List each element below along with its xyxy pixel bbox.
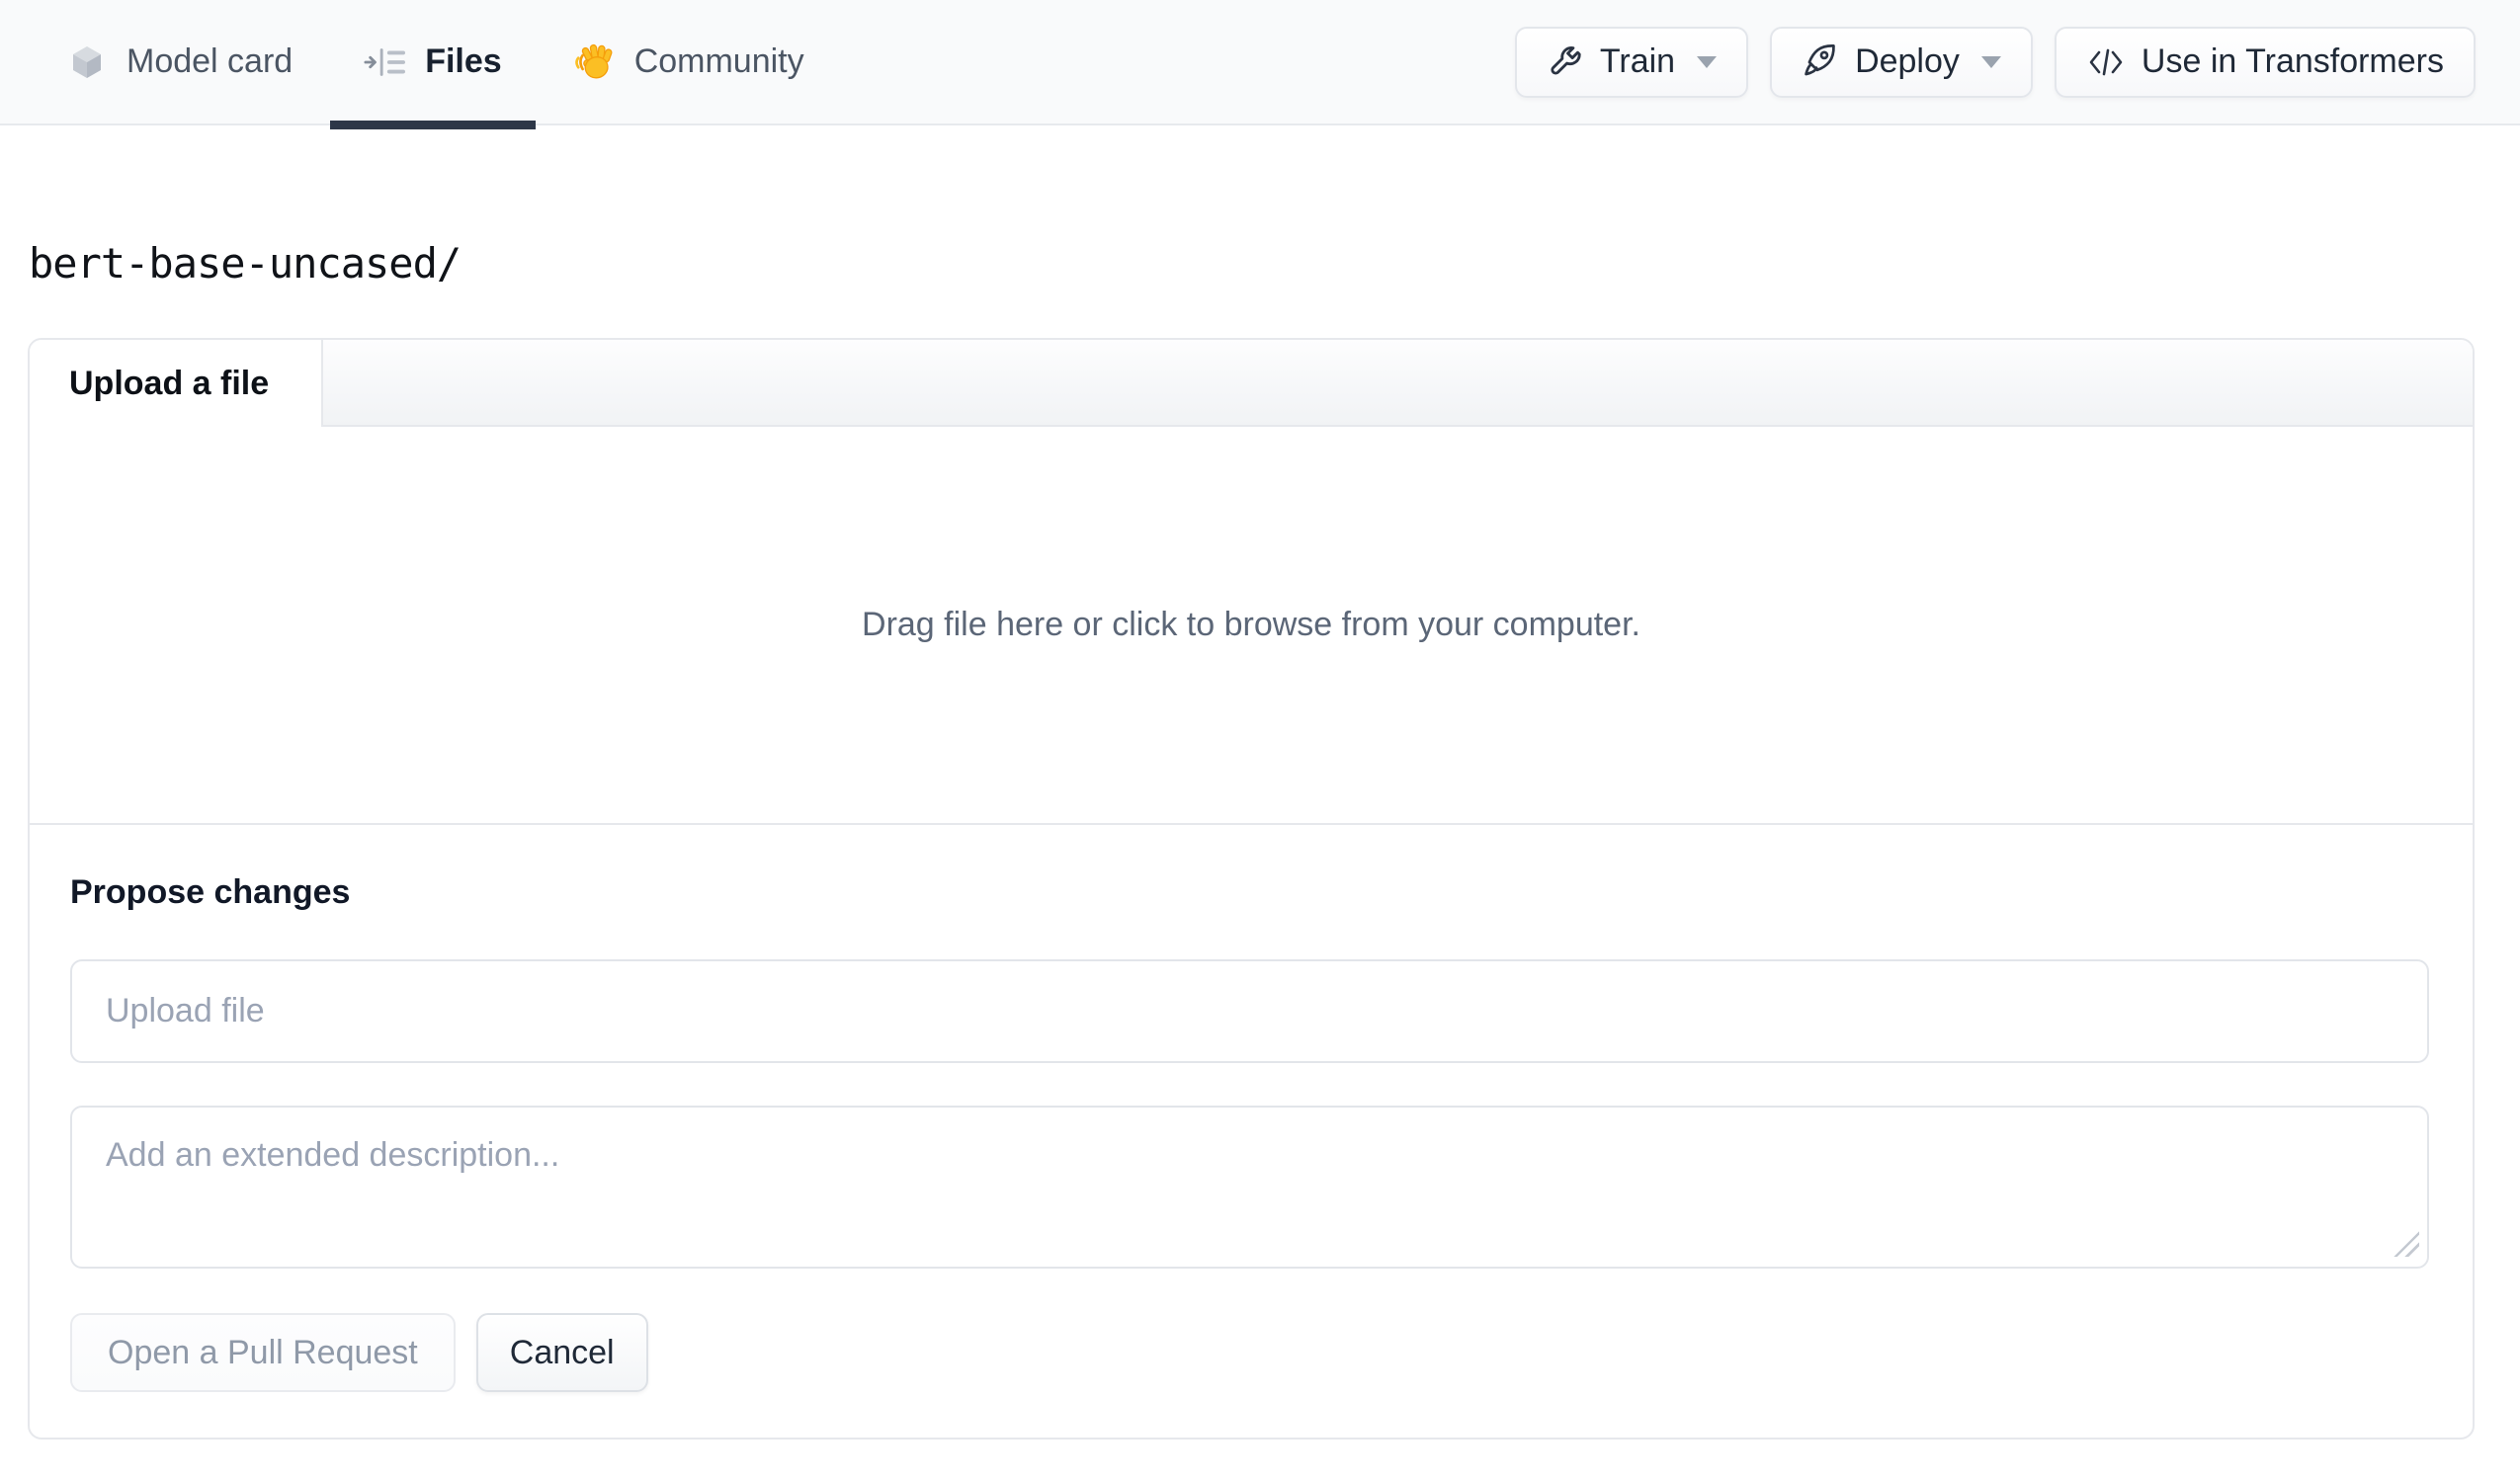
propose-changes-section: Propose changes Open a Pull Request Canc… bbox=[30, 825, 2473, 1438]
wrench-icon bbox=[1547, 43, 1584, 81]
deploy-button[interactable]: Deploy bbox=[1770, 26, 2033, 98]
upload-panel-header: Upload a file bbox=[30, 340, 2473, 427]
code-icon bbox=[2086, 42, 2126, 82]
tab-model-card-label: Model card bbox=[126, 42, 294, 80]
upload-filename-input[interactable] bbox=[70, 959, 2429, 1063]
extended-description-textarea[interactable] bbox=[70, 1106, 2429, 1269]
files-list-icon bbox=[364, 42, 406, 82]
tab-upload-a-file[interactable]: Upload a file bbox=[30, 340, 323, 427]
file-dropzone[interactable]: Drag file here or click to browse from y… bbox=[30, 427, 2473, 825]
use-in-transformers-label: Use in Transformers bbox=[2141, 42, 2444, 80]
repo-nav-bar: Model card Files Community Train Deploy … bbox=[0, 0, 2520, 129]
tab-upload-a-file-label: Upload a file bbox=[69, 364, 270, 402]
repo-tabs: Model card Files Community bbox=[34, 0, 838, 129]
waving-hand-icon bbox=[573, 41, 615, 83]
tab-files-label: Files bbox=[425, 42, 502, 80]
textarea-resize-handle[interactable] bbox=[2394, 1231, 2419, 1257]
tab-files[interactable]: Files bbox=[330, 0, 537, 129]
tab-community[interactable]: Community bbox=[540, 0, 838, 124]
breadcrumb: bert-base-uncased/ bbox=[29, 239, 462, 288]
chevron-down-icon bbox=[1980, 55, 2001, 68]
repo-action-buttons: Train Deploy Use in Transformers bbox=[1514, 26, 2476, 98]
propose-actions-row: Open a Pull Request Cancel bbox=[70, 1313, 2429, 1392]
propose-changes-heading: Propose changes bbox=[70, 873, 351, 911]
train-button[interactable]: Train bbox=[1514, 26, 1749, 98]
chevron-down-icon bbox=[1697, 55, 1718, 68]
cancel-button[interactable]: Cancel bbox=[475, 1313, 648, 1392]
tab-model-card[interactable]: Model card bbox=[34, 0, 326, 124]
upload-panel-header-fill bbox=[323, 340, 2473, 427]
use-in-transformers-button[interactable]: Use in Transformers bbox=[2054, 26, 2476, 98]
cube-icon bbox=[67, 42, 107, 82]
rocket-icon bbox=[1802, 43, 1839, 81]
open-pull-request-button[interactable]: Open a Pull Request bbox=[70, 1313, 456, 1392]
description-field-wrapper bbox=[70, 1106, 2429, 1269]
tab-community-label: Community bbox=[633, 42, 804, 80]
upload-panel: Upload a file Drag file here or click to… bbox=[28, 338, 2475, 1440]
train-button-label: Train bbox=[1599, 42, 1676, 80]
deploy-button-label: Deploy bbox=[1855, 42, 1960, 80]
dropzone-hint-text: Drag file here or click to browse from y… bbox=[862, 606, 1640, 643]
